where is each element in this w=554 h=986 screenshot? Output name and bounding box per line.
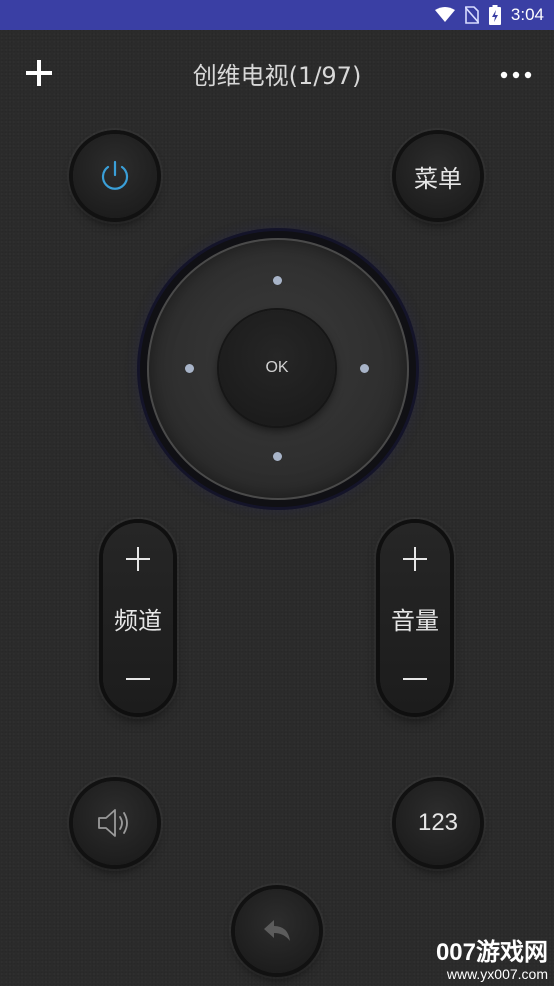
numpad-label: 123 (417, 809, 459, 836)
channel-down-button[interactable] (103, 653, 173, 705)
power-icon (101, 160, 129, 190)
watermark: 007游戏网 www.yx007.com (435, 939, 548, 983)
volume-up-button[interactable] (380, 533, 450, 585)
add-device-button[interactable] (20, 54, 58, 92)
no-sim-icon (464, 6, 479, 24)
menu-label: 菜单 (414, 164, 462, 193)
channel-label: 频道 (114, 607, 162, 635)
status-bar: 3:04 (0, 0, 554, 30)
back-arrow-icon (264, 920, 290, 941)
page-title: 创维电视(1/97) (192, 62, 362, 90)
dpad-up-button[interactable] (273, 276, 282, 285)
plus-icon (126, 547, 150, 571)
volume-down-button[interactable] (380, 653, 450, 705)
channel-up-button[interactable] (103, 533, 173, 585)
status-time: 3:04 (510, 5, 544, 24)
more-icon (500, 71, 532, 79)
more-button[interactable] (496, 60, 536, 90)
numpad-button[interactable]: 123 (396, 781, 480, 865)
plus-icon (403, 547, 427, 571)
volume-control: 音量 (380, 523, 450, 713)
watermark-brand: 007游戏网 (435, 939, 548, 966)
volume-label: 音量 (391, 607, 439, 635)
dpad-down-button[interactable] (273, 452, 282, 461)
watermark-url: www.yx007.com (446, 966, 548, 982)
channel-control: 频道 (103, 523, 173, 713)
top-bar: 创维电视(1/97) (0, 30, 554, 114)
battery-charging-icon (488, 5, 501, 25)
minus-icon (403, 678, 427, 680)
dpad-left-button[interactable] (185, 364, 194, 373)
status-icons: 3:04 (434, 0, 544, 30)
wifi-icon (434, 7, 455, 22)
back-button[interactable] (235, 889, 319, 973)
ok-button[interactable]: OK (219, 310, 335, 426)
mute-button[interactable] (73, 781, 157, 865)
power-button[interactable] (73, 134, 157, 218)
dpad-right-button[interactable] (360, 364, 369, 373)
ok-label: OK (265, 359, 289, 376)
menu-button[interactable]: 菜单 (396, 134, 480, 218)
speaker-icon (98, 809, 128, 837)
minus-icon (126, 678, 150, 680)
plus-icon (26, 60, 52, 86)
